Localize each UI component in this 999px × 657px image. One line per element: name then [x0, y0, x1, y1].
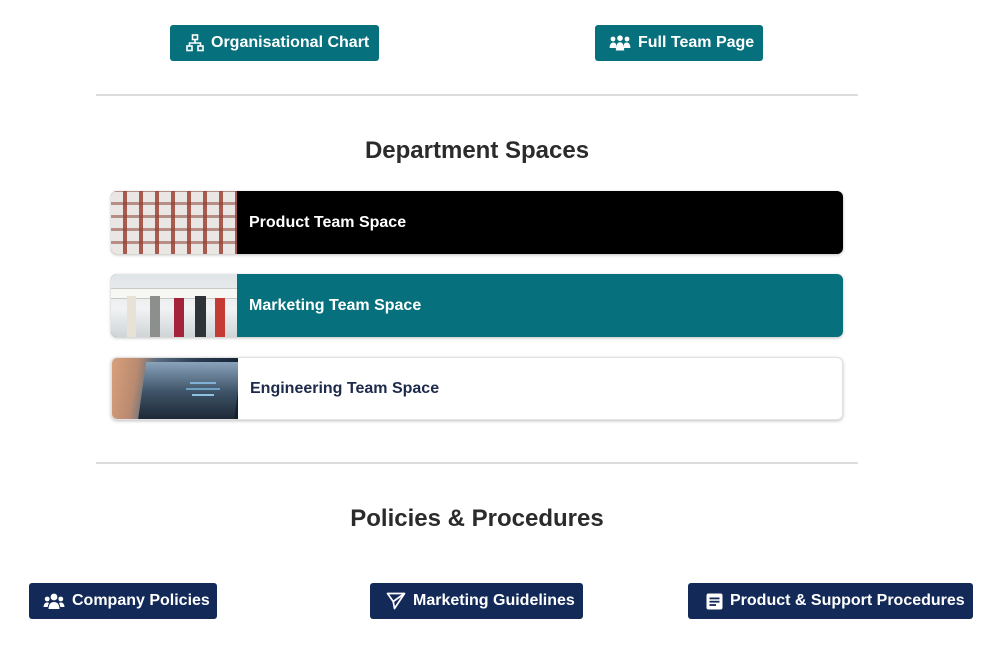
engineering-team-space-label: Engineering Team Space	[250, 379, 440, 397]
people-group-icon	[609, 35, 631, 51]
organisational-chart-label: Organisational Chart	[211, 34, 370, 51]
marketing-guidelines-label: Marketing Guidelines	[413, 592, 575, 609]
divider-bottom	[96, 462, 858, 464]
policies-procedures-heading: Policies & Procedures	[350, 505, 604, 532]
org-chart-icon	[186, 34, 204, 52]
full-team-page-label: Full Team Page	[638, 34, 755, 51]
product-team-space-card[interactable]: Product Team Space	[111, 191, 843, 254]
full-team-page-button[interactable]: Full Team Page	[595, 25, 763, 61]
product-support-procedures-label: Product & Support Procedures	[730, 592, 965, 609]
paper-plane-icon	[386, 592, 406, 610]
marketing-team-space-card[interactable]: Marketing Team Space	[111, 274, 843, 337]
page: Organisational Chart Full Team Page Depa…	[0, 0, 999, 657]
sticky-notes-wall-photo	[111, 191, 237, 254]
divider-top	[96, 94, 858, 96]
product-support-procedures-button[interactable]: Product & Support Procedures	[688, 583, 973, 619]
company-policies-label: Company Policies	[72, 592, 210, 609]
document-icon	[706, 593, 723, 610]
marketing-guidelines-button[interactable]: Marketing Guidelines	[370, 583, 583, 619]
department-spaces-heading: Department Spaces	[364, 137, 590, 164]
company-policies-button[interactable]: Company Policies	[29, 583, 217, 619]
marketing-team-photo	[111, 274, 237, 337]
users-icon	[43, 593, 65, 610]
engineering-team-space-card[interactable]: Engineering Team Space	[111, 357, 843, 420]
laptop-code-photo	[112, 358, 238, 419]
organisational-chart-button[interactable]: Organisational Chart	[170, 25, 379, 61]
product-team-space-label: Product Team Space	[249, 213, 407, 231]
marketing-team-space-label: Marketing Team Space	[249, 296, 422, 314]
